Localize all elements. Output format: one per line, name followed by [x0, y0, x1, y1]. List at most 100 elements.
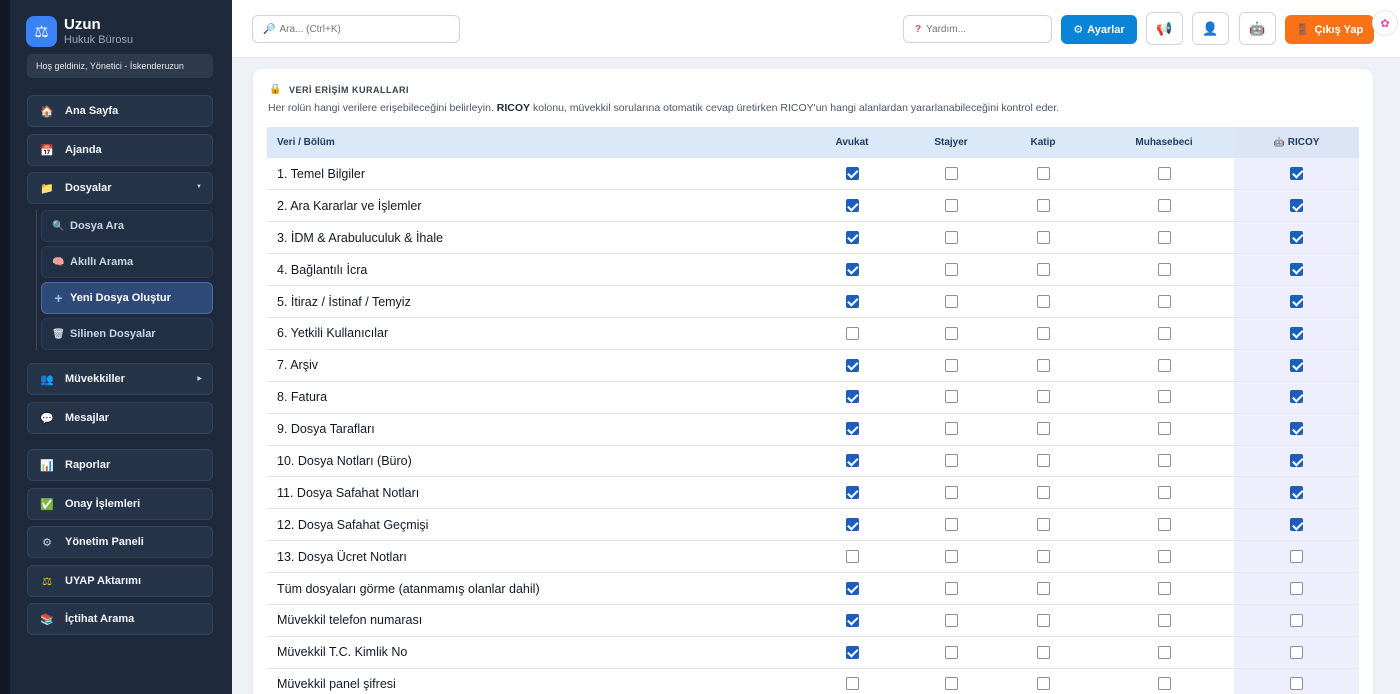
permission-checkbox-ricoy[interactable] — [1290, 358, 1303, 372]
permission-checkbox-stajyer[interactable] — [944, 262, 958, 276]
permission-checkbox-muhasebeci[interactable] — [1157, 230, 1171, 244]
permission-checkbox-stajyer[interactable] — [944, 230, 958, 244]
permission-checkbox-katip[interactable] — [1036, 230, 1050, 244]
permission-checkbox-stajyer[interactable] — [944, 549, 958, 563]
permission-checkbox-stajyer[interactable] — [944, 613, 958, 627]
permission-checkbox-avukat[interactable] — [845, 199, 859, 213]
profile-button[interactable]: 👤 — [1192, 12, 1229, 45]
permission-checkbox-ricoy[interactable] — [1290, 645, 1303, 659]
sidebar-item-ana-sayfa[interactable]: 🏠 Ana Sayfa — [27, 95, 213, 127]
permission-checkbox-ricoy[interactable] — [1290, 486, 1303, 500]
permission-checkbox-avukat[interactable] — [845, 454, 859, 468]
permission-checkbox-avukat[interactable] — [845, 613, 859, 627]
permission-checkbox-stajyer[interactable] — [944, 581, 958, 595]
permission-checkbox-ricoy[interactable] — [1290, 262, 1303, 276]
permission-checkbox-avukat[interactable] — [845, 166, 859, 180]
sidebar-item-mesajlar[interactable]: 💬 Mesajlar — [27, 402, 213, 434]
permission-checkbox-ricoy[interactable] — [1290, 390, 1303, 404]
sidebar-subitem-dosya-ara[interactable]: 🔍 Dosya Ara — [41, 210, 213, 242]
permission-checkbox-muhasebeci[interactable] — [1157, 422, 1171, 436]
brand[interactable]: ⚖ Uzun Hukuk Bürosu — [26, 16, 133, 47]
permission-checkbox-ricoy[interactable] — [1290, 518, 1303, 531]
logout-button[interactable]: 🚪 Çıkış Yap — [1285, 15, 1374, 44]
permission-checkbox-ricoy[interactable] — [1290, 581, 1303, 595]
permission-checkbox-muhasebeci[interactable] — [1157, 294, 1171, 308]
permission-checkbox-avukat[interactable] — [845, 262, 859, 276]
settings-button[interactable]: ⚙ Ayarlar — [1061, 15, 1137, 44]
permission-checkbox-ricoy[interactable] — [1290, 613, 1303, 627]
permission-checkbox-avukat[interactable] — [845, 518, 859, 531]
permission-checkbox-katip[interactable] — [1036, 294, 1050, 308]
permission-checkbox-muhasebeci[interactable] — [1157, 454, 1171, 468]
search-input[interactable] — [279, 23, 450, 35]
permission-checkbox-katip[interactable] — [1036, 581, 1050, 595]
permission-checkbox-ricoy[interactable] — [1290, 422, 1303, 436]
permission-checkbox-muhasebeci[interactable] — [1157, 677, 1171, 691]
permission-checkbox-muhasebeci[interactable] — [1157, 358, 1171, 372]
permission-checkbox-ricoy[interactable] — [1290, 677, 1303, 691]
permission-checkbox-muhasebeci[interactable] — [1157, 390, 1171, 404]
permission-checkbox-stajyer[interactable] — [944, 294, 958, 308]
assistant-button[interactable]: 🤖 — [1239, 12, 1276, 45]
permission-checkbox-muhasebeci[interactable] — [1157, 613, 1171, 627]
permission-checkbox-avukat[interactable] — [845, 677, 859, 691]
permission-checkbox-katip[interactable] — [1036, 390, 1050, 404]
permission-checkbox-katip[interactable] — [1036, 199, 1050, 213]
permission-checkbox-katip[interactable] — [1036, 454, 1050, 468]
permission-checkbox-katip[interactable] — [1036, 518, 1050, 531]
sidebar-item-onay-islemleri[interactable]: ✅ Onay İşlemleri — [27, 488, 213, 520]
permission-checkbox-ricoy[interactable] — [1290, 166, 1303, 180]
permission-checkbox-ricoy[interactable] — [1290, 199, 1303, 213]
permission-checkbox-avukat[interactable] — [845, 230, 859, 244]
permission-checkbox-muhasebeci[interactable] — [1157, 645, 1171, 659]
permission-checkbox-stajyer[interactable] — [944, 326, 958, 340]
permission-checkbox-avukat[interactable] — [845, 326, 859, 340]
permission-checkbox-muhasebeci[interactable] — [1157, 486, 1171, 500]
permission-checkbox-katip[interactable] — [1036, 486, 1050, 500]
sidebar-item-ajanda[interactable]: 📅 Ajanda — [27, 134, 213, 166]
permission-checkbox-muhasebeci[interactable] — [1157, 199, 1171, 213]
global-search[interactable]: 🔎 — [252, 15, 460, 43]
permission-checkbox-avukat[interactable] — [845, 422, 859, 436]
sidebar-item-raporlar[interactable]: 📊 Raporlar — [27, 449, 213, 481]
permission-checkbox-katip[interactable] — [1036, 613, 1050, 627]
permission-checkbox-muhasebeci[interactable] — [1157, 549, 1171, 563]
help-input[interactable] — [926, 23, 1047, 35]
sidebar-item-ictihat-arama[interactable]: 📚 İçtihat Arama — [27, 603, 213, 635]
help-search[interactable]: ? — [903, 15, 1052, 43]
permission-checkbox-muhasebeci[interactable] — [1157, 326, 1171, 340]
permission-checkbox-muhasebeci[interactable] — [1157, 518, 1171, 531]
permission-checkbox-katip[interactable] — [1036, 677, 1050, 691]
permission-checkbox-ricoy[interactable] — [1290, 454, 1303, 468]
permission-checkbox-katip[interactable] — [1036, 645, 1050, 659]
permission-checkbox-ricoy[interactable] — [1290, 549, 1303, 563]
permission-checkbox-stajyer[interactable] — [944, 677, 958, 691]
permission-checkbox-avukat[interactable] — [845, 581, 859, 595]
permission-checkbox-stajyer[interactable] — [944, 486, 958, 500]
permission-checkbox-stajyer[interactable] — [944, 166, 958, 180]
permission-checkbox-katip[interactable] — [1036, 549, 1050, 563]
permission-checkbox-ricoy[interactable] — [1290, 326, 1303, 340]
announcements-button[interactable]: 📢 — [1146, 12, 1183, 45]
permission-checkbox-stajyer[interactable] — [944, 358, 958, 372]
sidebar-item-uyap-aktarimi[interactable]: ⚖ UYAP Aktarımı — [27, 565, 213, 597]
permission-checkbox-avukat[interactable] — [845, 549, 859, 563]
permission-checkbox-ricoy[interactable] — [1290, 294, 1303, 308]
permission-checkbox-katip[interactable] — [1036, 166, 1050, 180]
sidebar-subitem-yeni-dosya[interactable]: + Yeni Dosya Oluştur — [41, 282, 213, 314]
permission-checkbox-muhasebeci[interactable] — [1157, 581, 1171, 595]
permission-checkbox-avukat[interactable] — [845, 358, 859, 372]
sidebar-item-dosyalar[interactable]: 📁 Dosyalar ▼ — [27, 172, 213, 204]
permission-checkbox-avukat[interactable] — [845, 294, 859, 308]
permission-checkbox-muhasebeci[interactable] — [1157, 262, 1171, 276]
permission-checkbox-muhasebeci[interactable] — [1157, 166, 1171, 180]
sidebar-item-yonetim-paneli[interactable]: ⚙ Yönetim Paneli — [27, 526, 213, 558]
sidebar-item-muvekkiller[interactable]: 👥 Müvekkiller ▶ — [27, 363, 213, 395]
permission-checkbox-katip[interactable] — [1036, 262, 1050, 276]
permission-checkbox-stajyer[interactable] — [944, 645, 958, 659]
permission-checkbox-stajyer[interactable] — [944, 422, 958, 436]
permission-checkbox-stajyer[interactable] — [944, 454, 958, 468]
permission-checkbox-katip[interactable] — [1036, 358, 1050, 372]
permission-checkbox-ricoy[interactable] — [1290, 230, 1303, 244]
permission-checkbox-stajyer[interactable] — [944, 390, 958, 404]
